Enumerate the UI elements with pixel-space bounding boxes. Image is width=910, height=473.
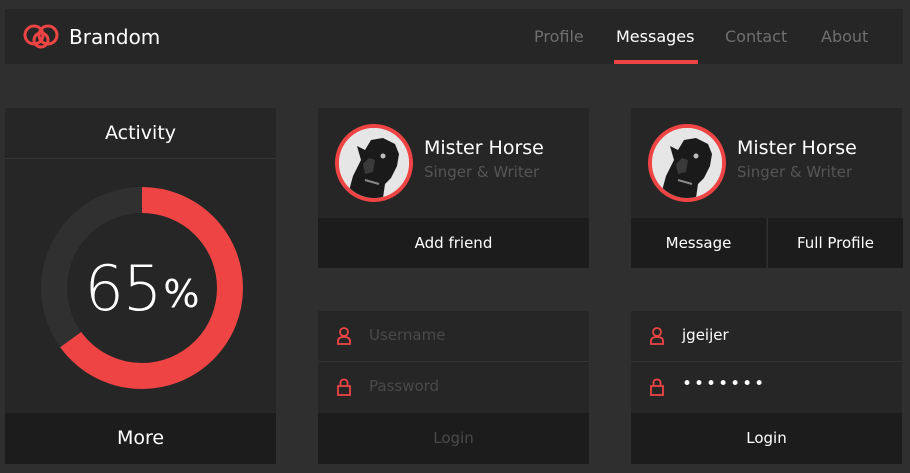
full-profile-button[interactable]: Full Profile: [767, 218, 903, 268]
nav-item-profile[interactable]: Profile: [534, 27, 584, 46]
profile-name: Mister Horse: [737, 137, 857, 159]
profile-card: Mister Horse Singer & Writer Message Ful…: [631, 108, 903, 268]
avatar[interactable]: [648, 124, 726, 202]
brand-logo-icon[interactable]: [22, 23, 60, 49]
lock-icon: [650, 378, 664, 396]
horse-head-avatar-icon: [652, 128, 722, 198]
login-form: Username Password Login: [318, 311, 589, 464]
username-field[interactable]: jgeijer: [631, 311, 902, 362]
more-button[interactable]: More: [5, 413, 276, 464]
message-button[interactable]: Message: [631, 218, 766, 268]
password-input[interactable]: •••••••: [682, 374, 766, 394]
horse-head-avatar-icon: [339, 128, 409, 198]
user-icon: [337, 327, 351, 345]
add-friend-button[interactable]: Add friend: [318, 218, 589, 268]
user-icon: [650, 327, 664, 345]
lock-icon: [337, 378, 351, 396]
nav-item-about[interactable]: About: [821, 27, 868, 46]
login-button[interactable]: Login: [318, 413, 589, 464]
avatar[interactable]: [335, 124, 413, 202]
profile-subtitle: Singer & Writer: [424, 163, 540, 181]
password-input[interactable]: Password: [369, 377, 439, 395]
activity-percent: 65 %: [38, 184, 246, 392]
activity-title: Activity: [5, 108, 276, 159]
active-nav-indicator: [614, 60, 698, 64]
profile-name: Mister Horse: [424, 137, 544, 159]
username-input[interactable]: Username: [369, 326, 445, 344]
login-form: jgeijer ••••••• Login: [631, 311, 902, 464]
login-button[interactable]: Login: [631, 413, 902, 464]
password-field[interactable]: •••••••: [631, 362, 902, 412]
top-navbar: Brandom Profile Messages Contact About: [5, 9, 903, 64]
profile-subtitle: Singer & Writer: [737, 163, 853, 181]
nav-item-contact[interactable]: Contact: [725, 27, 787, 46]
activity-panel: Activity 65 % More: [5, 108, 276, 464]
brand-name[interactable]: Brandom: [69, 25, 160, 49]
username-input[interactable]: jgeijer: [682, 326, 729, 344]
activity-value: 65: [84, 251, 162, 325]
password-field[interactable]: Password: [318, 362, 589, 412]
username-field[interactable]: Username: [318, 311, 589, 362]
activity-unit: %: [163, 272, 200, 316]
nav-item-messages[interactable]: Messages: [616, 27, 694, 46]
profile-card: Mister Horse Singer & Writer Add friend: [318, 108, 589, 268]
